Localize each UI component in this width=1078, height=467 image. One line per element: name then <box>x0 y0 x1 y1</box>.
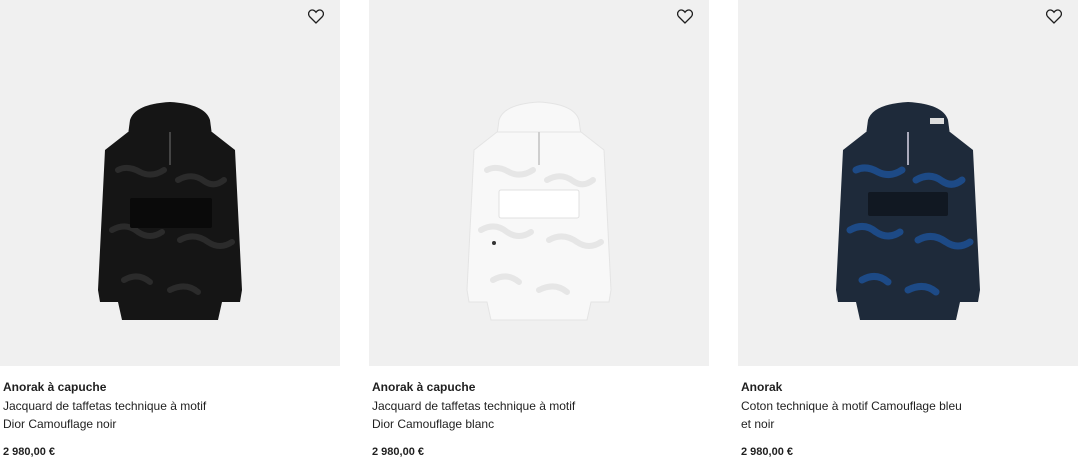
product-card[interactable]: Anorak Coton technique à motif Camouflag… <box>738 0 1078 467</box>
product-card[interactable]: Anorak à capuche Jacquard de taffetas te… <box>369 0 709 467</box>
product-description-line2[interactable]: Dior Camouflage noir <box>3 415 333 433</box>
heart-outline-icon[interactable] <box>677 9 697 27</box>
white-camouflage-anorak-image <box>466 101 612 321</box>
product-card[interactable]: Anorak à capuche Jacquard de taffetas te… <box>0 0 340 467</box>
product-description-line2[interactable]: Dior Camouflage blanc <box>372 415 702 433</box>
product-name[interactable]: Anorak <box>741 378 1071 397</box>
product-description-line2[interactable]: et noir <box>741 415 1071 433</box>
product-image-container[interactable] <box>738 0 1078 366</box>
product-image-container[interactable] <box>369 0 709 366</box>
blue-black-camouflage-anorak-image <box>836 102 980 320</box>
product-info: Anorak Coton technique à motif Camouflag… <box>741 378 1071 458</box>
product-price: 2 980,00 € <box>3 446 55 458</box>
product-description-line1[interactable]: Coton technique à motif Camouflage bleu <box>741 397 1071 415</box>
heart-outline-icon[interactable] <box>308 9 328 27</box>
product-info: Anorak à capuche Jacquard de taffetas te… <box>372 378 702 458</box>
product-name[interactable]: Anorak à capuche <box>3 378 333 397</box>
product-info: Anorak à capuche Jacquard de taffetas te… <box>3 378 333 458</box>
product-description-line1[interactable]: Jacquard de taffetas technique à motif <box>3 397 333 415</box>
heart-outline-icon[interactable] <box>1046 9 1066 27</box>
product-image-container[interactable] <box>0 0 340 366</box>
product-name[interactable]: Anorak à capuche <box>372 378 702 397</box>
product-price: 2 980,00 € <box>372 446 424 458</box>
product-price: 2 980,00 € <box>741 446 793 458</box>
black-camouflage-anorak-image <box>98 102 242 320</box>
product-description-line1[interactable]: Jacquard de taffetas technique à motif <box>372 397 702 415</box>
